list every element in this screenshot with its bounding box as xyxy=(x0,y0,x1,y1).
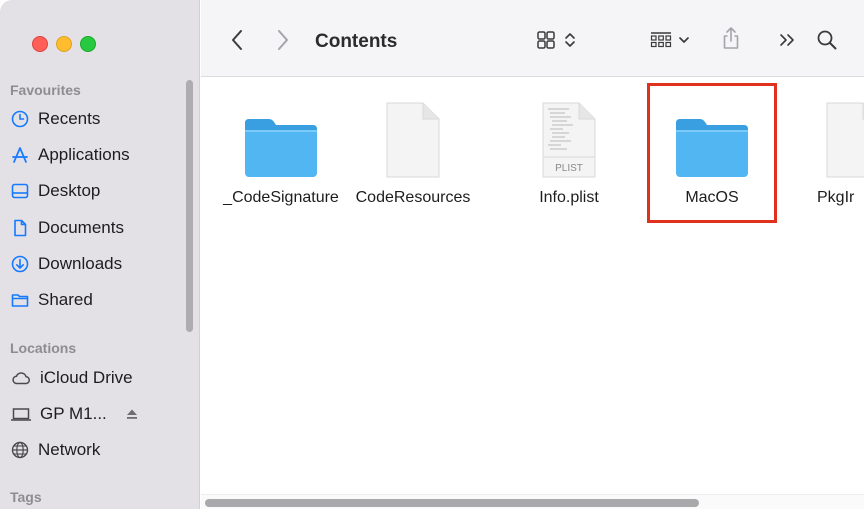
more-chevron-icon xyxy=(780,34,794,46)
back-chevron-icon xyxy=(232,30,242,50)
file-icon-wrap xyxy=(793,95,864,179)
sidebar-item-label: Network xyxy=(38,440,101,459)
folder-icon xyxy=(11,294,29,307)
sidebar-item-label: Documents xyxy=(38,218,124,237)
sidebar-item-label: GP M1... xyxy=(40,404,107,423)
file-icon-wrap xyxy=(241,95,321,179)
sidebar-item-desktop[interactable]: Desktop xyxy=(8,176,180,206)
finder-window: Favourites Recents Applications Desktop xyxy=(0,0,864,509)
sidebar-item-network[interactable]: Network xyxy=(8,435,180,465)
file-item-codesignature[interactable]: _CodeSignature xyxy=(211,95,351,207)
icon-view-grid-icon xyxy=(537,31,555,49)
favourites-heading: Favourites xyxy=(10,82,81,98)
clock-icon xyxy=(11,110,29,128)
applications-icon xyxy=(12,147,28,163)
document-icon xyxy=(826,102,864,178)
sidebar-item-label: Applications xyxy=(38,145,130,164)
file-name: MacOS xyxy=(685,189,739,206)
sidebar-item-icloud-drive[interactable]: iCloud Drive xyxy=(8,363,180,393)
sidebar-scrollbar[interactable] xyxy=(186,80,193,332)
sidebar-item-label: Shared xyxy=(38,290,93,309)
file-name: _CodeSignature xyxy=(223,189,339,206)
sidebar: Favourites Recents Applications Desktop xyxy=(0,0,200,509)
minimize-button[interactable] xyxy=(56,36,72,52)
file-name: PkgIr xyxy=(817,189,855,206)
toolbar: Contents xyxy=(201,0,864,77)
sidebar-item-documents[interactable]: Documents xyxy=(8,213,180,243)
file-icon-wrap xyxy=(383,95,443,179)
sort-updown-icon xyxy=(565,33,575,47)
sidebar-item-label: Recents xyxy=(38,109,101,128)
locations-heading: Locations xyxy=(10,340,77,356)
laptop-icon xyxy=(11,408,31,421)
eject-icon[interactable] xyxy=(125,407,139,421)
cloud-icon xyxy=(12,372,30,385)
forward-button[interactable] xyxy=(273,28,293,52)
share-icon xyxy=(723,27,739,49)
sidebar-item-downloads[interactable]: Downloads xyxy=(8,249,180,279)
desktop-icon xyxy=(11,183,29,199)
view-options-button[interactable] xyxy=(531,28,581,52)
tags-heading: Tags xyxy=(10,489,42,505)
file-name: Info.plist xyxy=(539,189,599,206)
file-name: CodeResources xyxy=(355,189,471,206)
file-browser: _CodeSignature CodeResources PLIST Info.… xyxy=(201,77,864,509)
sidebar-item-recents[interactable]: Recents xyxy=(8,104,180,134)
sidebar-item-label: Downloads xyxy=(38,254,123,273)
download-icon xyxy=(11,255,29,273)
sidebar-item-label: Desktop xyxy=(38,181,101,200)
folder-icon xyxy=(245,119,317,177)
document-icon xyxy=(386,102,440,178)
file-item-coderesources[interactable]: CodeResources xyxy=(343,95,483,207)
file-item-pkginfo[interactable]: PkgIr xyxy=(793,95,864,207)
close-button[interactable] xyxy=(32,36,48,52)
sidebar-item-applications[interactable]: Applications xyxy=(8,140,180,170)
file-item-info-plist[interactable]: PLIST Info.plist xyxy=(499,95,639,207)
file-item-macos[interactable]: MacOS xyxy=(642,95,782,207)
search-button[interactable] xyxy=(815,28,839,52)
file-icon-wrap xyxy=(672,95,752,179)
plist-file-icon: PLIST xyxy=(542,102,596,178)
chevron-down-icon xyxy=(679,37,689,43)
more-toolbar-button[interactable] xyxy=(777,28,799,52)
back-button[interactable] xyxy=(227,28,247,52)
forward-chevron-icon xyxy=(278,30,288,50)
horizontal-scrollbar[interactable] xyxy=(205,499,699,507)
folder-icon xyxy=(676,119,748,177)
group-icon xyxy=(650,32,672,48)
zoom-button[interactable] xyxy=(80,36,96,52)
window-controls xyxy=(32,36,96,52)
share-button[interactable] xyxy=(719,24,743,52)
window-title: Contents xyxy=(315,31,398,52)
document-icon xyxy=(14,219,27,237)
file-icon-wrap: PLIST xyxy=(539,95,599,179)
group-button[interactable] xyxy=(647,28,693,52)
globe-icon xyxy=(11,441,29,459)
sidebar-item-label: iCloud Drive xyxy=(40,368,133,387)
search-icon xyxy=(817,30,837,50)
sidebar-item-gp-m1[interactable]: GP M1... xyxy=(8,399,180,429)
plist-badge: PLIST xyxy=(555,163,583,174)
sidebar-item-shared[interactable]: Shared xyxy=(8,285,180,315)
